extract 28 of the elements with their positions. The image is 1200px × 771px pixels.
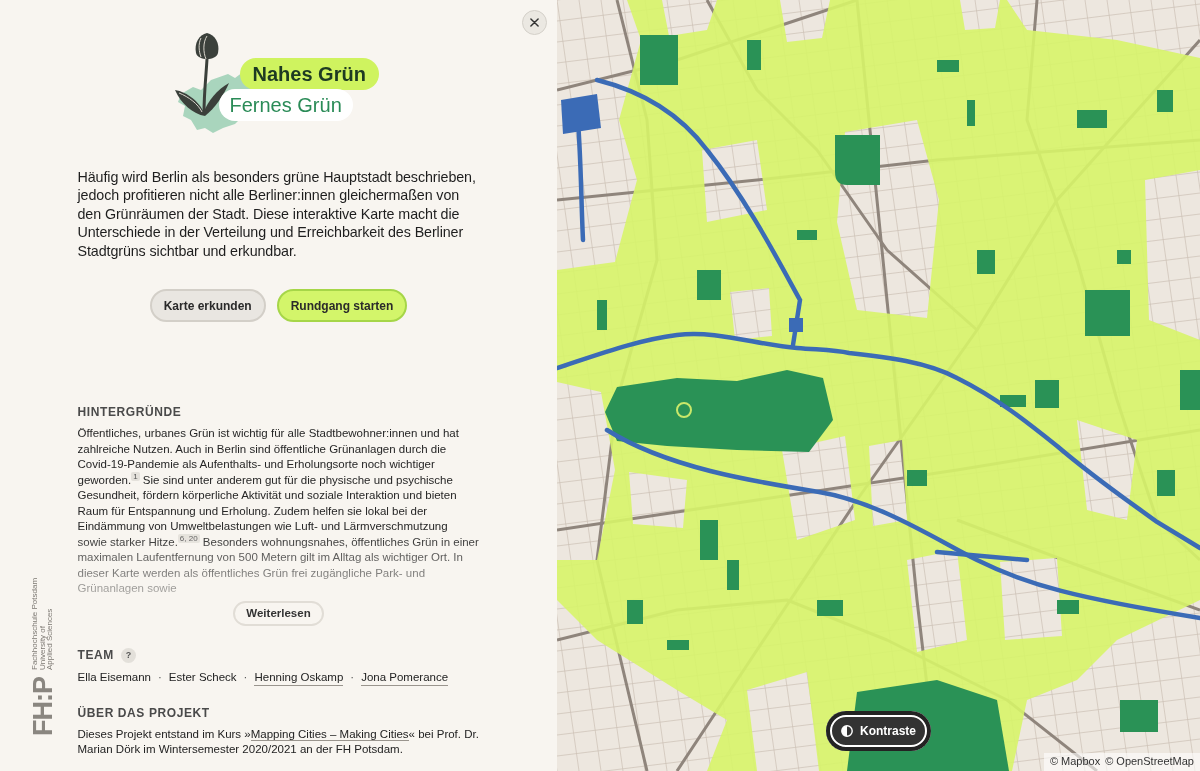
explore-map-button[interactable]: Karte erkunden	[149, 289, 266, 323]
team-member-name: Ester Scheck	[168, 669, 237, 685]
logo-title: Nahes Grün	[239, 58, 379, 90]
logo-subtitle: Fernes Grün	[218, 89, 353, 121]
university-logo-mark: FH:P	[31, 677, 54, 736]
section-heading: HINTERGRÜNDE	[77, 405, 182, 420]
attribution-link[interactable]: © Mapbox	[1049, 755, 1101, 768]
section-heading: TEAM	[77, 648, 114, 663]
contrast-button[interactable]: Kontraste	[826, 711, 931, 751]
name-separator: ·	[158, 669, 162, 685]
team-member-link[interactable]: Henning Oskamp	[254, 669, 344, 686]
name-separator: ·	[243, 669, 248, 685]
contrast-icon	[841, 725, 853, 737]
about-text: Dieses Projekt entstand im Kurs »Mapping Cities – Making Cities« bei Prof. Dr. Marian Dörk im Wintersemester 2020/2021 an der FH Potsdam.	[77, 726, 480, 758]
read-more-button[interactable]: Weiterlesen	[233, 600, 324, 626]
close-button[interactable]	[522, 10, 547, 35]
section-heading: ÜBER DAS PROJEKT	[77, 705, 210, 720]
close-icon	[530, 18, 539, 27]
team-member-link[interactable]: Jona Pomerance	[361, 669, 449, 686]
university-name: Fachhochschule Potsdam University of Applied Sciences	[31, 577, 54, 670]
background-text: Öffentliches, urbanes Grün ist wichtig für alle Stadtbewohner:innen und hat zahlreiche Nutzen. Auch in Berlin sind öffentliche Grünanlagen durch die Covid-19-Pandemie als Aufenthalts- und Erholungsorte noch wichtiger geworden.$^{1}$ Sie sind unter anderem gut für die physische und psychische Gesundheit, fördern körperliche Aktivität und soziale Interaktion und bieten Raum für Entspannung und Erholung. Zudem helfen sie lokal bei der Eindämmung von Umweltbelastungen wie Luft- und Lärmverschmutzung sowie starker Hitze.$^{6, 20}$ Besonders wohnungsnahes, öffentliches Grün in einer maximalen Laufentfernung von 500 Metern gilt im Alltag als wichtiger Ort. In dieser Karte werden als öffentliches Grün frei zugängliche Park- und Grünanlagen sowie	[77, 426, 480, 597]
intro-text: Häufig wird Berlin als besonders grüne Hauptstadt beschrieben, jedoch profitieren nicht alle Berliner:innen gleichermaßen von den Grünräumen der Stadt. Diese interaktive Karte macht die Unterschiede in der Verteilung und Erreichbarkeit des Berliner Stadtgrüns sichtbar und erkundbar.	[77, 168, 477, 261]
help-button[interactable]: ?	[120, 647, 136, 663]
team-member-name: Ella Eisemann	[77, 669, 151, 685]
course-link[interactable]: Mapping Cities – Making Cities	[250, 727, 409, 741]
attribution-link[interactable]: © OpenStreetMap	[1105, 755, 1194, 768]
name-separator: ·	[350, 669, 355, 685]
start-tour-button[interactable]: Rundgang starten	[276, 289, 408, 323]
